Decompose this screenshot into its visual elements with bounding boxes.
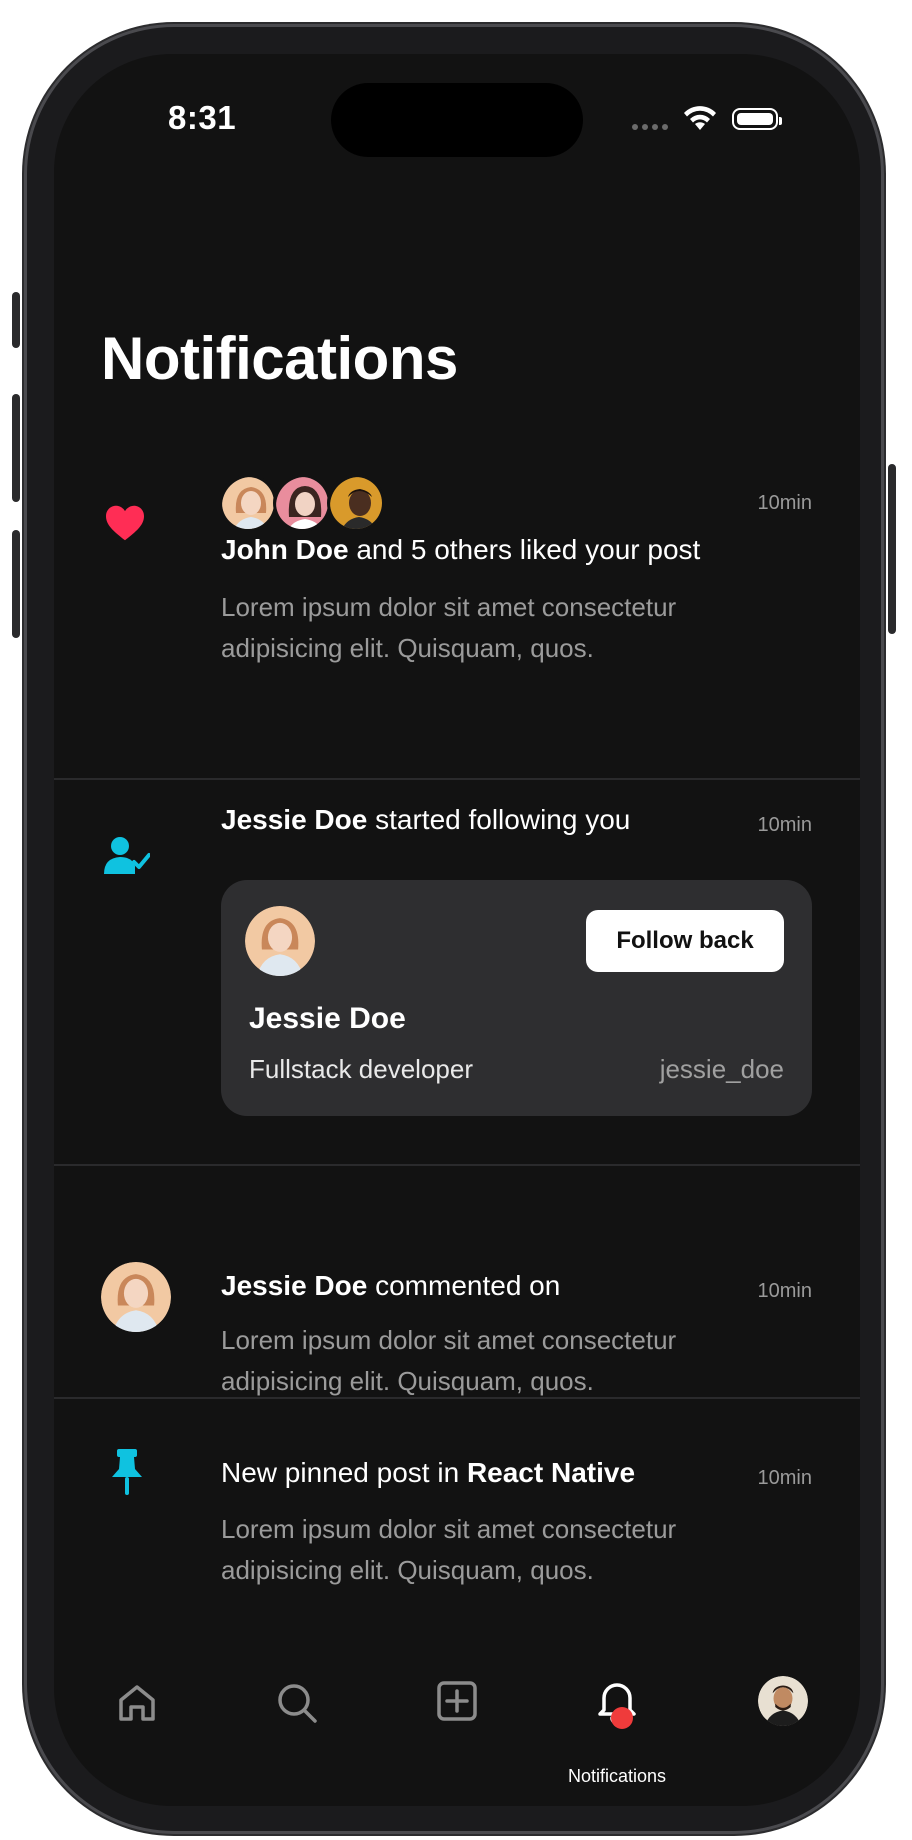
- notification-text: started following you: [367, 804, 631, 835]
- tab-home[interactable]: [102, 1668, 172, 1738]
- notification-pinned[interactable]: New pinned post in React Native 10min Lo…: [54, 1399, 860, 1599]
- heart-icon: [106, 505, 144, 541]
- user-check-icon: [104, 837, 150, 874]
- battery-icon: [732, 108, 782, 130]
- avatar[interactable]: [219, 474, 277, 532]
- dynamic-island: [331, 83, 583, 157]
- page-title: Notifications: [101, 325, 458, 392]
- avatar[interactable]: [273, 474, 331, 532]
- follower-role: Fullstack developer: [249, 1054, 473, 1084]
- follower-card[interactable]: Follow back Jessie Doe Fullstack develop…: [221, 880, 812, 1116]
- status-time: 8:31: [168, 99, 237, 136]
- follower-handle: jessie_doe: [659, 1054, 784, 1084]
- volume-up-button: [12, 394, 20, 502]
- tab-create[interactable]: [422, 1666, 492, 1736]
- notification-body: Lorem ipsum dolor sit amet consectetur a…: [221, 1325, 677, 1396]
- actor-name[interactable]: Jessie Doe: [221, 804, 367, 835]
- liker-avatars[interactable]: [219, 474, 389, 534]
- power-button: [888, 464, 896, 634]
- tab-label-notifications: Notifications: [567, 1766, 667, 1786]
- pin-icon: [112, 1449, 142, 1495]
- silent-switch: [12, 292, 20, 348]
- cellular-signal-icon: [632, 124, 670, 130]
- notification-time: 10min: [757, 1280, 812, 1302]
- follower-name: Jessie Doe: [249, 1002, 406, 1035]
- tab-search[interactable]: [262, 1668, 332, 1738]
- follow-back-button[interactable]: Follow back: [586, 910, 784, 972]
- wifi-icon: [684, 106, 716, 130]
- actor-name[interactable]: Jessie Doe: [221, 1270, 367, 1301]
- notification-text: commented on: [367, 1270, 561, 1301]
- notification-time: 10min: [757, 1467, 812, 1489]
- notification-headline: John Doe and 5 others liked your post: [221, 534, 700, 566]
- status-icons: [632, 104, 792, 136]
- avatar[interactable]: [101, 1262, 171, 1332]
- notification-time: 10min: [757, 814, 812, 836]
- volume-down-button: [12, 530, 20, 638]
- notification-headline: New pinned post in React Native: [221, 1457, 635, 1489]
- add-post-icon: [437, 1681, 477, 1721]
- notification-headline: Jessie Doe started following you: [221, 804, 630, 836]
- avatar[interactable]: [245, 906, 315, 976]
- notification-body: Lorem ipsum dolor sit amet consectetur a…: [221, 592, 677, 663]
- notification-comment[interactable]: Jessie Doe commented on 10min Lorem ipsu…: [54, 1166, 860, 1396]
- tab-profile[interactable]: [748, 1666, 818, 1736]
- avatar[interactable]: [327, 474, 385, 532]
- notification-headline: Jessie Doe commented on: [221, 1270, 560, 1302]
- app-screen: 8:31 Notifications 10min John Doe and 5 …: [54, 54, 860, 1806]
- notification-body: Lorem ipsum dolor sit amet consectetur a…: [221, 1514, 677, 1585]
- group-name[interactable]: React Native: [467, 1457, 635, 1488]
- notification-time: 10min: [757, 492, 812, 514]
- profile-avatar[interactable]: [758, 1676, 808, 1726]
- notification-badge: [611, 1707, 633, 1729]
- home-icon: [119, 1685, 155, 1721]
- notification-text: New pinned post in: [221, 1457, 467, 1488]
- notification-like[interactable]: 10min John Doe and 5 others liked your p…: [54, 474, 860, 674]
- actor-name[interactable]: John Doe: [221, 534, 349, 565]
- search-icon: [278, 1684, 317, 1723]
- notification-text: and 5 others liked your post: [348, 534, 701, 565]
